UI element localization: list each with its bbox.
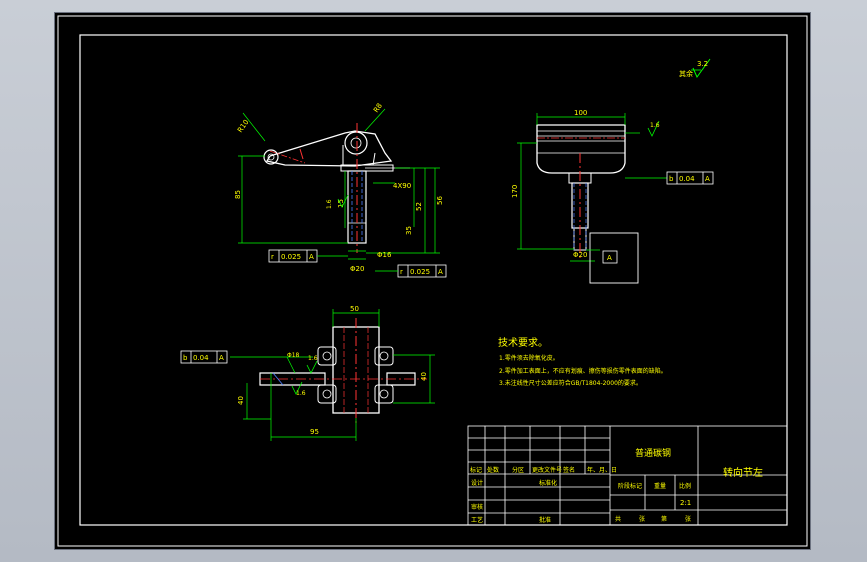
svg-text:A: A (309, 253, 314, 261)
side-view: 100 170 Φ20 1.6 b 0.04 A A (511, 109, 714, 284)
tech-title: 技术要求。 (498, 336, 548, 349)
top-dim-left: 40 (237, 396, 245, 405)
tech-requirements: 技术要求。 1.零件须去除氧化皮。 2.零件加工表面上，不应有划痕、擦伤等损伤零… (498, 336, 667, 387)
roughness-value: 3.2 (697, 60, 708, 68)
top-dim-bottom: 95 (310, 428, 319, 436)
title-sheet-2: 张 (639, 515, 645, 523)
svg-text:0.04: 0.04 (193, 354, 209, 362)
svg-text:A: A (438, 268, 443, 276)
title-row-label-6: 年、月、日 (587, 466, 617, 474)
title-standardize: 标准化 (539, 479, 557, 487)
cad-drawing: 3.2 其余 R10 R8 85 15 4X90 52 56 35 Φ16 Φ2… (57, 15, 808, 547)
top-view: 50 Φ18 1.6 1.6 40 40 95 b 0.04 A (180, 305, 435, 441)
title-part-name: 转向节左 (723, 466, 763, 479)
title-row-label-1: 标记 (470, 466, 482, 474)
top-roughness-1: 1.6 (306, 355, 318, 374)
front-dim-phi16: Φ16 (377, 251, 392, 259)
front-dim-phi20: Φ20 (350, 265, 364, 273)
outer-frame (57, 15, 808, 547)
side-datum-box: A (586, 232, 639, 284)
title-material: 普通碳钢 (635, 447, 671, 459)
svg-text:1.6: 1.6 (650, 122, 660, 129)
svg-text:1.6: 1.6 (308, 355, 318, 362)
svg-text:b: b (669, 175, 674, 183)
side-tolerance-frame: b 0.04 A (666, 171, 714, 185)
title-sheet-4: 张 (685, 515, 691, 523)
title-sheet-3: 第 (661, 515, 667, 523)
top-roughness-2: 1.6 (291, 381, 306, 397)
svg-text:A: A (607, 254, 612, 262)
front-dim-35: 35 (405, 226, 413, 235)
front-dim-thread: 4X90 (393, 182, 411, 190)
svg-text:A: A (219, 354, 224, 362)
top-tolerance-frame: b 0.04 A (180, 350, 228, 364)
title-row-label-5: 签名 (563, 466, 575, 474)
svg-text:1.6: 1.6 (296, 390, 306, 397)
title-process: 工艺 (471, 516, 483, 524)
top-dim-50: 50 (350, 305, 359, 313)
top-dim-phi18: Φ18 (287, 352, 300, 359)
front-dim-85: 85 (234, 190, 242, 199)
roughness-symbol: 3.2 其余 (679, 58, 711, 78)
title-approve: 批准 (539, 516, 551, 524)
title-row-label-4: 更改文件号 (532, 466, 562, 474)
svg-text:0.04: 0.04 (679, 175, 695, 183)
front-view: R10 R8 85 15 4X90 52 56 35 Φ16 Φ20 1.6 r… (234, 102, 447, 278)
side-dim-phi: Φ20 (573, 251, 587, 259)
title-row-label-2: 处数 (487, 466, 499, 474)
front-tolerance-frame-1: r 0.025 A (268, 249, 348, 263)
title-sheet-1: 共 (615, 515, 621, 523)
title-stage-mark: 阶段标记 (618, 482, 642, 490)
title-weight: 重量 (654, 482, 666, 490)
front-dim-56: 56 (436, 196, 444, 205)
cad-viewport[interactable]: 3.2 其余 R10 R8 85 15 4X90 52 56 35 Φ16 Φ2… (55, 13, 810, 549)
tech-item-3: 3.未注线性尺寸公差应符合GB/T1804-2000的要求。 (499, 379, 642, 387)
svg-text:0.025: 0.025 (281, 253, 301, 261)
side-dim-width: 100 (574, 109, 587, 117)
tech-item-2: 2.零件加工表面上，不应有划痕、擦伤等损伤零件表面的缺陷。 (499, 367, 667, 375)
title-row-label-3: 分区 (512, 466, 524, 474)
front-tolerance-frame-2: r 0.025 A (375, 264, 447, 278)
top-dim-right: 40 (420, 372, 428, 381)
svg-text:1.6: 1.6 (326, 199, 333, 209)
title-scale-label: 比例 (679, 482, 691, 490)
inner-frame (79, 34, 788, 526)
svg-text:0.025: 0.025 (410, 268, 430, 276)
title-check: 审核 (471, 503, 483, 511)
tech-item-1: 1.零件须去除氧化皮。 (499, 354, 559, 362)
roughness-label: 其余 (679, 69, 693, 78)
svg-text:b: b (183, 354, 188, 362)
title-scale: 2:1 (680, 499, 691, 507)
front-dim-r10: R10 (236, 118, 250, 134)
side-dim-height: 170 (511, 185, 519, 198)
side-roughness: 1.6 (647, 120, 660, 137)
front-dim-52: 52 (415, 202, 423, 211)
title-design: 设计 (471, 479, 483, 487)
svg-text:A: A (705, 175, 710, 183)
svg-text:r: r (400, 268, 403, 276)
svg-text:r: r (271, 253, 274, 261)
